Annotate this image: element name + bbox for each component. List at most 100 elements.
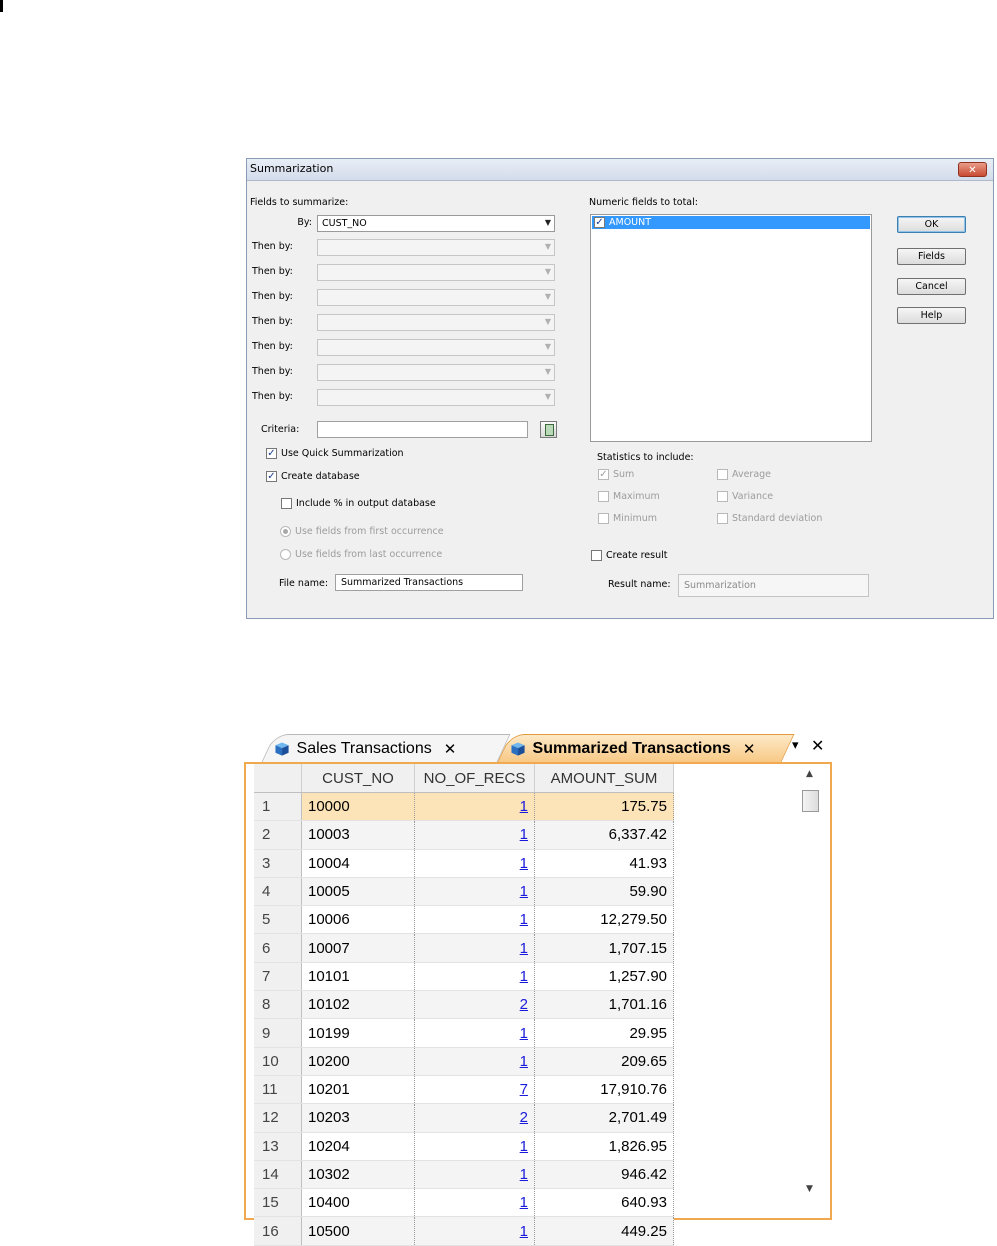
scroll-down-icon[interactable]: ▼ [806,1184,813,1194]
table-row[interactable]: 8 10102 2 1,701.16 [254,990,674,1020]
equation-editor-icon[interactable] [540,421,557,438]
amount-sum-cell[interactable]: 1,707.15 [534,933,674,963]
dialog-close-button[interactable]: ✕ [958,162,987,177]
amount-sum-cell[interactable]: 946.42 [534,1160,674,1190]
no-of-recs-cell[interactable]: 1 [414,877,535,907]
table-row[interactable]: 12 10203 2 2,701.49 [254,1103,674,1133]
table-row[interactable]: 7 10101 1 1,257.90 [254,962,674,992]
amount-sum-cell[interactable]: 17,910.76 [534,1075,674,1105]
cust-no-cell[interactable]: 10302 [301,1160,415,1190]
cust-no-cell[interactable]: 10004 [301,849,415,878]
no-of-recs-cell[interactable]: 1 [414,1132,535,1161]
stat-sum-checkbox[interactable]: ✓ Sum [598,469,634,480]
amount-sum-cell[interactable]: 12,279.50 [534,905,674,935]
record-count-link[interactable]: 1 [520,940,528,957]
no-of-recs-cell[interactable]: 1 [414,933,535,963]
amount-sum-cell[interactable]: 175.75 [534,792,674,822]
no-of-recs-cell[interactable]: 1 [414,792,535,822]
cust-no-cell[interactable]: 10200 [301,1047,415,1076]
amount-sum-cell[interactable]: 59.90 [534,877,674,907]
no-of-recs-cell[interactable]: 2 [414,1103,535,1133]
amount-sum-cell[interactable]: 1,701.16 [534,990,674,1020]
record-count-link[interactable]: 7 [520,1081,528,1098]
amount-sum-cell[interactable]: 41.93 [534,849,674,878]
row-number-cell[interactable]: 10 [254,1047,302,1076]
record-count-link[interactable]: 1 [520,798,528,815]
cust-no-cell[interactable]: 10005 [301,877,415,907]
amount-sum-cell[interactable]: 1,257.90 [534,962,674,992]
table-row[interactable]: 16 10500 1 449.25 [254,1216,674,1246]
amount-sum-cell[interactable]: 209.65 [534,1047,674,1076]
tab-list-dropdown-icon[interactable]: ▾ [792,738,799,753]
amount-sum-cell[interactable]: 1,826.95 [534,1132,674,1161]
record-count-link[interactable]: 1 [520,855,528,872]
cust-no-cell[interactable]: 10201 [301,1075,415,1105]
list-item-amount[interactable]: ✓ AMOUNT [592,216,870,229]
row-number-header[interactable] [254,764,302,793]
no-of-recs-cell[interactable]: 1 [414,1160,535,1190]
then-by-select-6[interactable]: ▼ [317,364,555,381]
ok-button[interactable]: OK [897,216,966,233]
table-row[interactable]: 1 10000 1 175.75 [254,792,674,822]
tab-summarized-transactions[interactable]: Summarized Transactions ✕ [497,734,795,762]
dialog-titlebar[interactable]: Summarization ✕ [247,159,993,181]
no-of-recs-cell[interactable]: 1 [414,1216,535,1246]
record-count-link[interactable]: 2 [520,1109,528,1126]
table-row[interactable]: 10 10200 1 209.65 [254,1047,674,1076]
window-close-icon[interactable]: ✕ [811,736,824,755]
no-of-recs-cell[interactable]: 1 [414,1018,535,1048]
table-row[interactable]: 14 10302 1 946.42 [254,1160,674,1190]
column-header-cust-no[interactable]: CUST_NO [301,764,415,793]
table-row[interactable]: 13 10204 1 1,826.95 [254,1132,674,1161]
file-name-input[interactable]: Summarized Transactions [335,574,523,591]
record-count-link[interactable]: 1 [520,826,528,843]
row-number-cell[interactable]: 12 [254,1103,302,1133]
row-number-cell[interactable]: 4 [254,877,302,907]
close-icon[interactable]: ✕ [444,740,457,758]
then-by-select-2[interactable]: ▼ [317,264,555,281]
amount-sum-cell[interactable]: 29.95 [534,1018,674,1048]
row-number-cell[interactable]: 14 [254,1160,302,1190]
row-number-cell[interactable]: 3 [254,849,302,878]
amount-sum-cell[interactable]: 6,337.42 [534,820,674,850]
record-count-link[interactable]: 1 [520,1053,528,1070]
create-result-checkbox[interactable]: Create result [591,550,667,561]
cust-no-cell[interactable]: 10101 [301,962,415,992]
cust-no-cell[interactable]: 10500 [301,1216,415,1246]
no-of-recs-cell[interactable]: 7 [414,1075,535,1105]
cust-no-cell[interactable]: 10199 [301,1018,415,1048]
stat-variance-checkbox[interactable]: Variance [717,491,773,502]
fields-button[interactable]: Fields [897,248,966,265]
table-row[interactable]: 5 10006 1 12,279.50 [254,905,674,935]
no-of-recs-cell[interactable]: 1 [414,905,535,935]
stat-std-dev-checkbox[interactable]: Standard deviation [717,513,822,524]
then-by-select-7[interactable]: ▼ [317,389,555,406]
no-of-recs-cell[interactable]: 1 [414,820,535,850]
quick-summarization-checkbox[interactable]: ✓ Use Quick Summarization [266,448,404,459]
record-count-link[interactable]: 1 [520,1138,528,1155]
amount-sum-cell[interactable]: 2,701.49 [534,1103,674,1133]
table-row[interactable]: 4 10005 1 59.90 [254,877,674,907]
cancel-button[interactable]: Cancel [897,278,966,295]
row-number-cell[interactable]: 5 [254,905,302,935]
by-field-select[interactable]: CUST_NO ▼ [317,215,555,232]
stat-maximum-checkbox[interactable]: Maximum [598,491,660,502]
no-of-recs-cell[interactable]: 1 [414,1047,535,1076]
table-row[interactable]: 15 10400 1 640.93 [254,1188,674,1218]
cust-no-cell[interactable]: 10006 [301,905,415,935]
cust-no-cell[interactable]: 10204 [301,1132,415,1161]
then-by-select-5[interactable]: ▼ [317,339,555,356]
row-number-cell[interactable]: 2 [254,820,302,850]
no-of-recs-cell[interactable]: 2 [414,990,535,1020]
column-header-amount-sum[interactable]: AMOUNT_SUM [534,764,674,793]
first-occurrence-radio[interactable]: Use fields from first occurrence [280,526,444,537]
row-number-cell[interactable]: 16 [254,1216,302,1246]
cust-no-cell[interactable]: 10003 [301,820,415,850]
table-row[interactable]: 2 10003 1 6,337.42 [254,820,674,850]
row-number-cell[interactable]: 15 [254,1188,302,1218]
table-row[interactable]: 6 10007 1 1,707.15 [254,933,674,963]
include-percent-checkbox[interactable]: Include % in output database [281,498,436,509]
record-count-link[interactable]: 1 [520,1025,528,1042]
amount-sum-cell[interactable]: 449.25 [534,1216,674,1246]
record-count-link[interactable]: 1 [520,968,528,985]
